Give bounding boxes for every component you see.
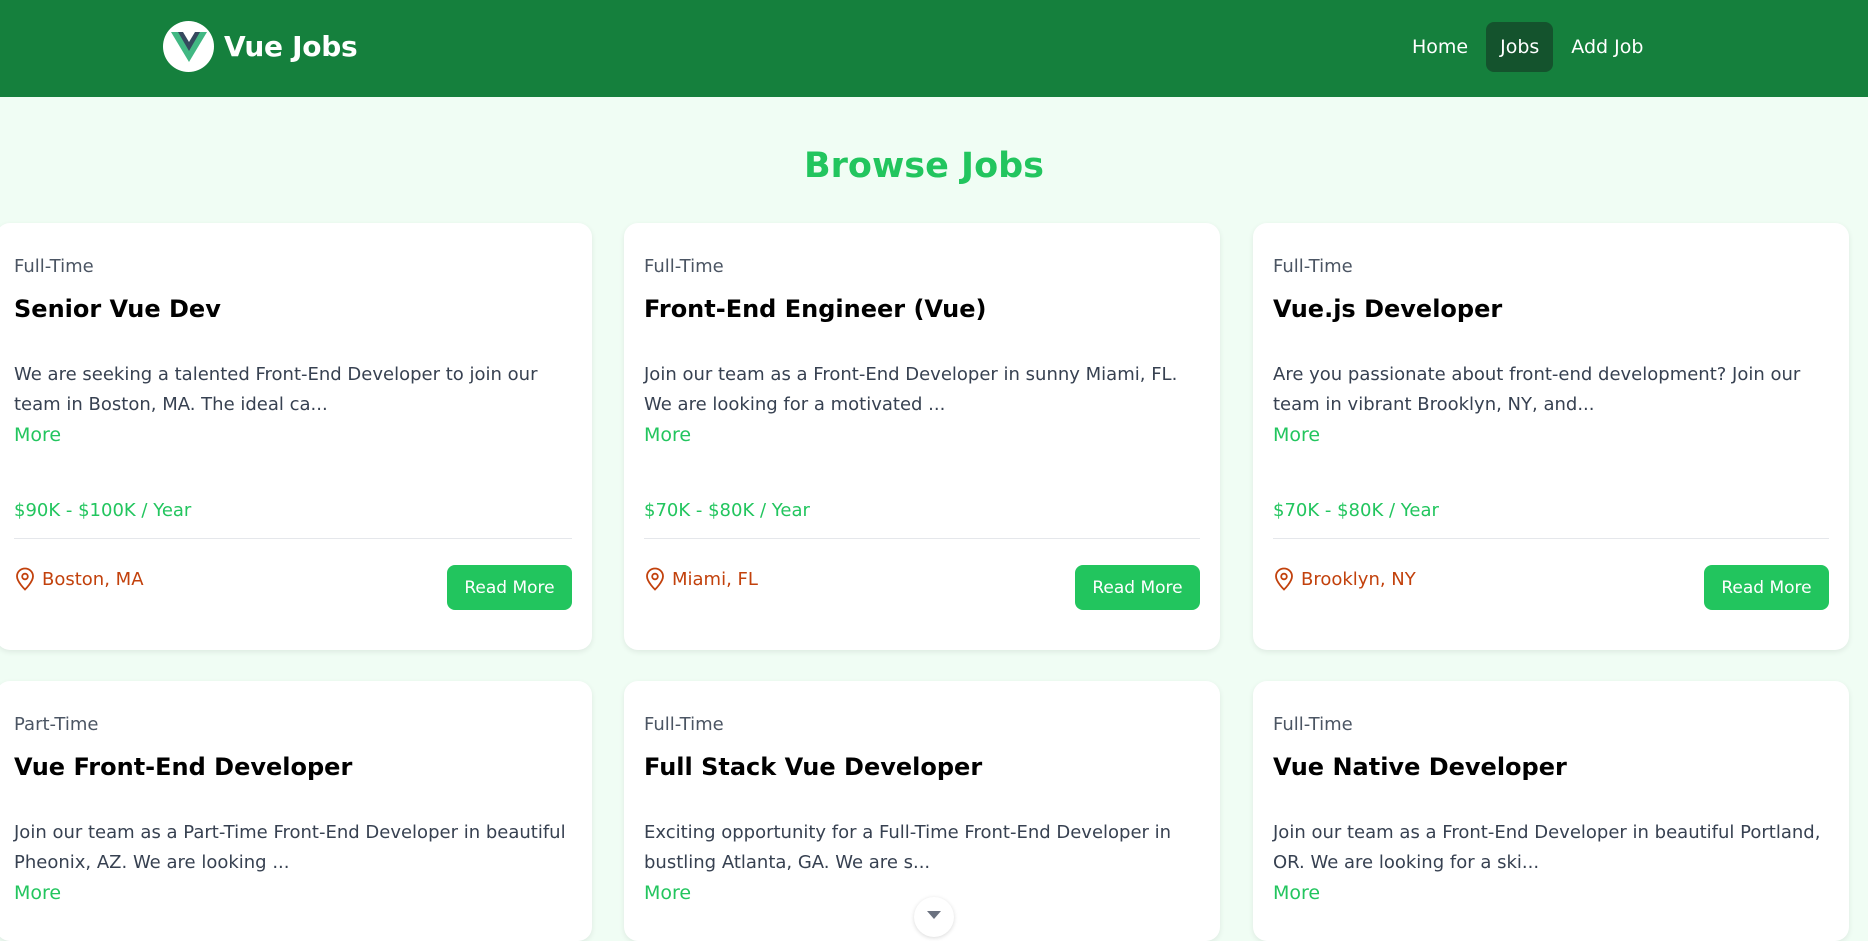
- map-pin-icon: [1273, 566, 1295, 592]
- job-title: Full Stack Vue Developer: [644, 753, 983, 781]
- more-link[interactable]: More: [644, 420, 691, 450]
- job-title: Vue.js Developer: [1273, 295, 1503, 323]
- job-location: Miami, FL: [644, 566, 758, 592]
- nav-link-home[interactable]: Home: [1398, 22, 1482, 72]
- more-link[interactable]: More: [644, 878, 691, 908]
- vue-logo-icon: [163, 21, 214, 72]
- divider: [644, 538, 1200, 539]
- job-card: Full-Time Senior Vue Dev We are seeking …: [0, 223, 592, 650]
- job-type: Full-Time: [14, 256, 94, 277]
- job-title: Vue Front-End Developer: [14, 753, 353, 781]
- job-salary: $70K - $80K / Year: [644, 500, 810, 521]
- map-pin-icon: [14, 566, 36, 592]
- job-location: Brooklyn, NY: [1273, 566, 1416, 592]
- job-card: Full-Time Vue Native Developer Join our …: [1253, 681, 1849, 941]
- job-type: Full-Time: [644, 714, 724, 735]
- nav-link-add-job[interactable]: Add Job: [1557, 22, 1657, 72]
- job-description: Join our team as a Part-Time Front-End D…: [14, 822, 566, 873]
- job-type: Full-Time: [644, 256, 724, 277]
- read-more-button[interactable]: Read More: [447, 565, 572, 610]
- job-card: Part-Time Vue Front-End Developer Join o…: [0, 681, 592, 941]
- job-type: Full-Time: [1273, 256, 1353, 277]
- job-title: Vue Native Developer: [1273, 753, 1567, 781]
- more-link[interactable]: More: [1273, 420, 1320, 450]
- more-link[interactable]: More: [14, 878, 61, 908]
- job-type: Full-Time: [1273, 714, 1353, 735]
- navbar: Vue Jobs Home Jobs Add Job: [0, 0, 1868, 97]
- job-description: Join our team as a Front-End Developer i…: [644, 364, 1178, 415]
- page-title: Browse Jobs: [803, 146, 1045, 186]
- brand-link[interactable]: Vue Jobs: [163, 21, 358, 72]
- job-location: Boston, MA: [14, 566, 144, 592]
- job-type: Part-Time: [14, 714, 99, 735]
- job-description: Join our team as a Front-End Developer i…: [1273, 822, 1821, 873]
- scroll-down-button[interactable]: [914, 897, 954, 937]
- divider: [1273, 538, 1829, 539]
- job-card: Full-Time Vue.js Developer Are you passi…: [1253, 223, 1849, 650]
- more-link[interactable]: More: [1273, 878, 1320, 908]
- job-salary: $70K - $80K / Year: [1273, 500, 1439, 521]
- job-title: Senior Vue Dev: [14, 295, 221, 323]
- nav-link-jobs[interactable]: Jobs: [1486, 22, 1554, 72]
- job-description: Are you passionate about front-end devel…: [1273, 364, 1801, 415]
- more-link[interactable]: More: [14, 420, 61, 450]
- job-description: Exciting opportunity for a Full-Time Fro…: [644, 822, 1172, 873]
- job-location-label: Brooklyn, NY: [1301, 568, 1416, 590]
- job-description: We are seeking a talented Front-End Deve…: [14, 364, 538, 415]
- chevron-down-icon: [926, 905, 942, 924]
- job-location-label: Boston, MA: [42, 568, 144, 590]
- map-pin-icon: [644, 566, 666, 592]
- job-title: Front-End Engineer (Vue): [644, 295, 987, 323]
- job-card: Full-Time Front-End Engineer (Vue) Join …: [624, 223, 1220, 650]
- job-location-label: Miami, FL: [672, 568, 758, 590]
- read-more-button[interactable]: Read More: [1075, 565, 1200, 610]
- job-salary: $90K - $100K / Year: [14, 500, 192, 521]
- nav-links: Home Jobs Add Job: [1398, 22, 1661, 72]
- divider: [14, 538, 572, 539]
- brand-name: Vue Jobs: [224, 30, 358, 63]
- read-more-button[interactable]: Read More: [1704, 565, 1829, 610]
